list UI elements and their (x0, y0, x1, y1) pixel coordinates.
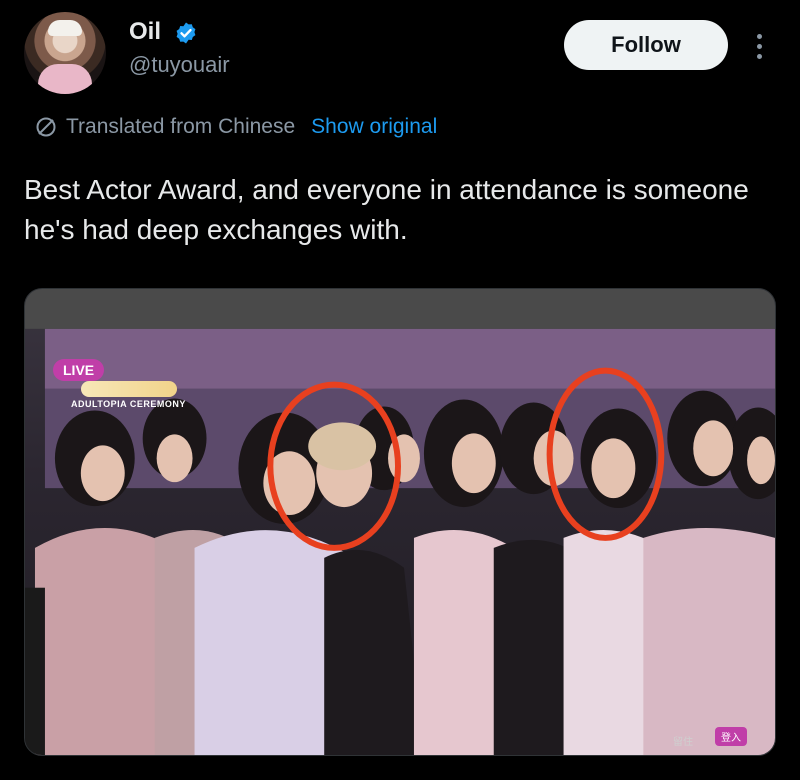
live-badge: LIVE (53, 359, 105, 381)
user-handle[interactable]: @tuyouair (129, 52, 230, 78)
stream-corner-label: 留住 (673, 737, 693, 748)
stream-corner-tag: 登入 (715, 727, 747, 746)
show-original-link[interactable]: Show original (311, 115, 437, 139)
translate-globe-icon (36, 117, 56, 137)
avatar-shirt (38, 64, 92, 94)
avatar[interactable] (24, 12, 106, 94)
ceremony-logo (81, 381, 177, 397)
verified-badge-icon (176, 22, 196, 44)
avatar-hair (48, 20, 82, 36)
tweet-header: Oil @tuyouair Follow (24, 12, 776, 96)
translated-label: Translated from Chinese (66, 115, 296, 138)
tweet-media-image[interactable]: LIVE ADULTOPIA CEREMONY 留住 登入 (24, 288, 776, 756)
more-options-icon[interactable] (746, 26, 772, 66)
follow-button[interactable]: Follow (564, 20, 728, 70)
tweet-text: Best Actor Award, and everyone in attend… (24, 174, 749, 245)
translation-bar: Translated from Chinese Show original (34, 112, 437, 142)
ceremony-label: ADULTOPIA CEREMONY (71, 399, 186, 409)
event-photo (25, 289, 775, 755)
display-name[interactable]: Oil (129, 18, 161, 46)
